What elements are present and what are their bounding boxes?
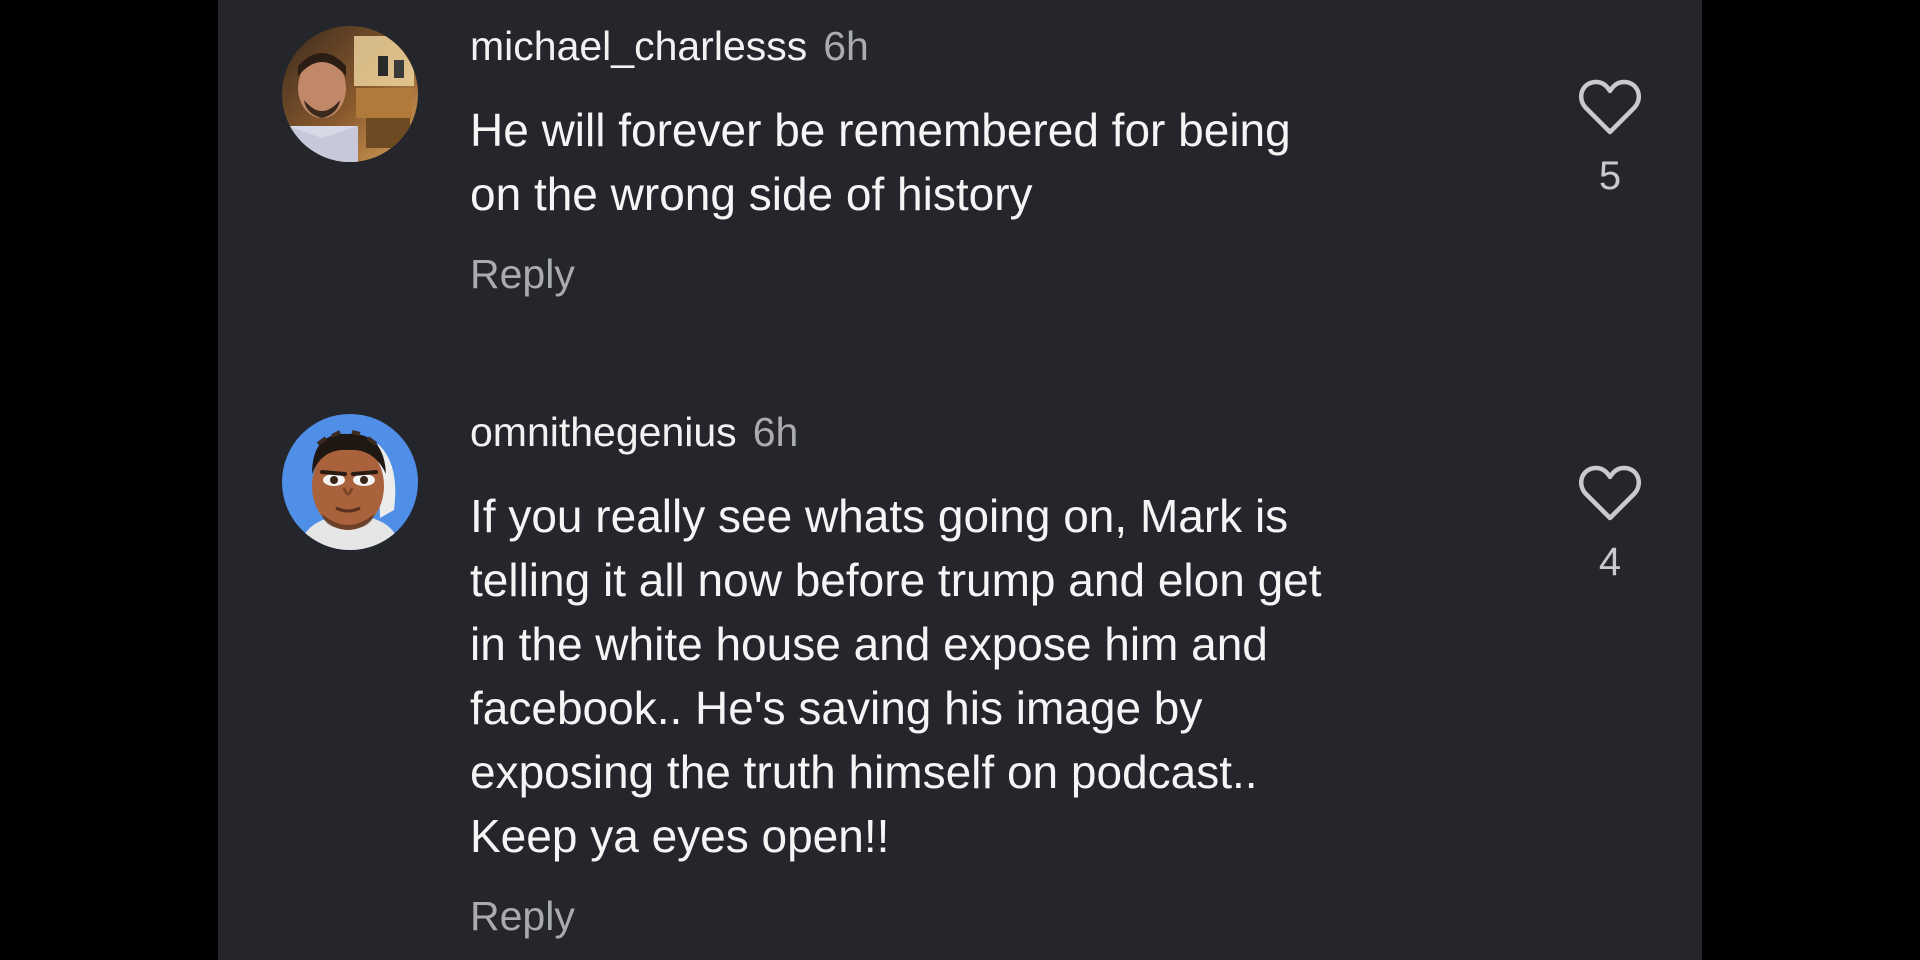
reply-button[interactable]: Reply xyxy=(470,250,575,298)
video-frame: michael_charlesss 6h He will forever be r… xyxy=(0,0,1920,960)
comment-username[interactable]: michael_charlesss xyxy=(470,23,807,69)
comment-meta: michael_charlesss 6h xyxy=(470,22,869,70)
comment-timestamp: 6h xyxy=(823,23,869,69)
like-count: 5 xyxy=(1598,154,1622,198)
comment-username[interactable]: omnithegenius xyxy=(470,409,737,455)
comments-panel: michael_charlesss 6h He will forever be r… xyxy=(218,0,1702,960)
user-cartoon-avatar xyxy=(282,414,418,550)
comment-meta: omnithegenius 6h xyxy=(470,408,798,456)
heart-outline-icon[interactable] xyxy=(1578,78,1642,136)
avatar[interactable] xyxy=(282,414,418,550)
like-count: 4 xyxy=(1598,540,1622,584)
like-control: 5 xyxy=(1560,78,1660,200)
comment-timestamp: 6h xyxy=(752,409,799,455)
heart-outline-icon[interactable] xyxy=(1578,464,1642,522)
avatar[interactable] xyxy=(282,26,418,162)
reply-button[interactable]: Reply xyxy=(470,892,575,940)
comment-text: He will forever be remembered for being … xyxy=(470,104,1291,220)
comment-text: If you really see whats going on, Mark i… xyxy=(470,490,1322,862)
user-photo-avatar xyxy=(282,26,418,162)
like-control: 4 xyxy=(1560,464,1660,586)
